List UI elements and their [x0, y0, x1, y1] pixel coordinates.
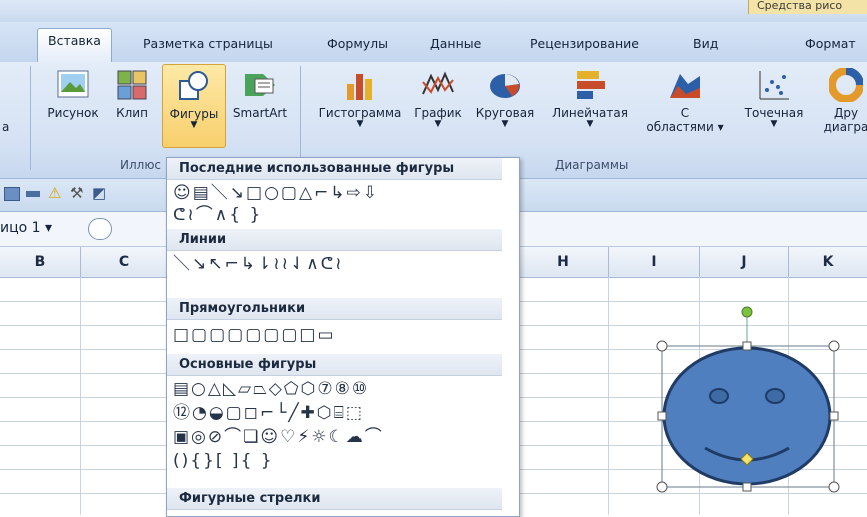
lines-row[interactable]: ＼↘↖⌐↳⇂≀≀⇃∧ᕦ≀	[173, 253, 343, 275]
resize-handle[interactable]	[829, 411, 839, 421]
chevron-down-icon: ▼	[434, 119, 442, 129]
resize-handle[interactable]	[828, 481, 840, 493]
picture-button[interactable]: Рисунок	[40, 68, 106, 120]
rectangles-row[interactable]: □▢▢▢▢▢▢□▭	[173, 324, 336, 346]
shapes-icon	[177, 69, 211, 103]
ribbon-separator	[300, 66, 301, 170]
scatter-chart-icon	[757, 68, 791, 102]
ribbon-tab-row: Вставка Разметка страницы Формулы Данные…	[0, 22, 867, 63]
histogram-button[interactable]: Гистограмма ▼	[312, 68, 408, 129]
area-chart-label-line1: С	[680, 106, 690, 120]
name-box-scroll-handle[interactable]	[88, 218, 112, 240]
chevron-down-icon: ▼	[770, 119, 778, 129]
shapes-button[interactable]: Фигуры ▼	[162, 64, 226, 148]
column-header-h[interactable]: H	[518, 247, 609, 278]
warning-icon[interactable]: ⚠	[48, 184, 61, 202]
recent-shapes-row[interactable]: ☺▤＼↘□○▢△⌐↳⇨⇩	[173, 182, 379, 204]
grid-line	[608, 277, 609, 515]
smiley-eye-right	[765, 388, 785, 404]
smartart-icon	[243, 68, 277, 102]
area-chart-icon	[668, 68, 702, 102]
column-chart-icon	[343, 68, 377, 102]
tab-page-layout[interactable]: Разметка страницы	[143, 36, 273, 51]
resize-handle[interactable]	[656, 481, 668, 493]
title-bar	[0, 0, 867, 22]
clip-label: Клип	[116, 106, 148, 120]
table-icon[interactable]	[4, 187, 20, 201]
tab-format[interactable]: Формат	[805, 36, 856, 51]
ribbon-separator	[30, 66, 31, 170]
grid-line	[80, 277, 81, 515]
area-chart-button[interactable]: С областями ▾	[642, 68, 728, 134]
chevron-down-icon: ▼	[190, 120, 198, 130]
resize-handle[interactable]	[828, 340, 840, 352]
section-lines: Линии	[167, 229, 502, 251]
tab-data[interactable]: Данные	[430, 36, 481, 51]
picture-label: Рисунок	[47, 106, 99, 120]
tab-formulas[interactable]: Формулы	[327, 36, 388, 51]
chevron-down-icon: ▼	[356, 119, 364, 129]
tab-insert[interactable]: Вставка	[37, 28, 112, 62]
smartart-label: SmartArt	[232, 106, 288, 120]
section-block-arrows: Фигурные стрелки	[167, 488, 502, 510]
column-header-j[interactable]: J	[700, 247, 789, 278]
donut-chart-icon	[828, 67, 864, 103]
scatter-chart-button[interactable]: Точечная ▼	[736, 68, 812, 129]
drawing-tools-context-title: Средства рисо	[748, 0, 867, 14]
pie-chart-icon	[488, 68, 522, 102]
other-charts-button[interactable]: Дру диагра	[816, 67, 867, 134]
resize-handle[interactable]	[742, 482, 752, 492]
pie-label: Круговая	[475, 106, 535, 120]
bar-chart-label: Линейчатая	[552, 106, 628, 120]
other-charts-label-line1: Дру	[833, 106, 859, 120]
bar-chart-icon	[573, 68, 607, 102]
scatter-chart-label: Точечная	[744, 106, 804, 120]
resize-handle[interactable]	[656, 340, 668, 352]
bar-chart-button[interactable]: Линейчатая ▼	[545, 68, 635, 129]
clip-button[interactable]: Клип	[112, 68, 152, 120]
column-header-i[interactable]: I	[609, 247, 700, 278]
ribbon-cut-label: а	[2, 120, 10, 134]
chevron-down-icon: ▼	[586, 119, 594, 129]
pie-button[interactable]: Круговая ▼	[470, 68, 540, 129]
picture-icon	[56, 68, 90, 102]
column-header-b[interactable]: B	[0, 247, 81, 278]
tools-icon[interactable]: ⚒	[70, 184, 83, 202]
clipart-icon	[115, 68, 149, 102]
group-label-charts: Диаграммы	[555, 158, 629, 172]
shapes-dropdown: Последние использованные фигуры ☺▤＼↘□○▢△…	[166, 157, 520, 517]
tab-review[interactable]: Рецензирование	[530, 36, 639, 51]
histogram-label: Гистограмма	[318, 106, 402, 120]
column-header-c[interactable]: C	[81, 247, 168, 278]
rotation-handle[interactable]	[741, 306, 753, 318]
smiley-shape[interactable]	[650, 300, 850, 500]
group-label-illustrations: Иллюс	[120, 158, 162, 172]
name-box[interactable]: ицо 1 ▾	[0, 220, 52, 236]
line-chart-icon	[421, 68, 455, 102]
minus-icon[interactable]	[26, 191, 40, 197]
other-charts-label-line2: диагра	[823, 120, 867, 134]
resize-handle[interactable]	[657, 411, 667, 421]
basic-shapes-row[interactable]: (){}[ ]{ }	[173, 450, 274, 472]
section-basic-shapes: Основные фигуры	[167, 354, 502, 376]
section-rectangles: Прямоугольники	[167, 298, 502, 320]
recent-shapes-row[interactable]: ᕦ≀⌒∧{ }	[173, 204, 262, 226]
chart-icon[interactable]: ◩	[92, 184, 106, 202]
shapes-label: Фигуры	[169, 107, 219, 121]
smiley-eye-left	[709, 388, 729, 404]
column-header-k[interactable]: K	[789, 247, 867, 278]
area-chart-label-line2: областями ▾	[646, 120, 724, 134]
tab-view[interactable]: Вид	[693, 36, 718, 51]
chevron-down-icon: ▼	[501, 119, 509, 129]
graph-label: График	[414, 106, 462, 120]
resize-handle[interactable]	[742, 341, 752, 351]
basic-shapes-row[interactable]: ▤○△◺▱⏢◇⬠⬡⑦⑧⑩	[173, 378, 369, 400]
graph-button[interactable]: График ▼	[412, 68, 464, 129]
section-recent-shapes: Последние использованные фигуры	[167, 158, 502, 180]
basic-shapes-row[interactable]: ▣◎⊘⌒❏☺♡⚡☼☾☁⌒	[173, 426, 384, 448]
basic-shapes-row[interactable]: ⑫◔◒▢◻⌐└╱✚⬡⌸⬚	[173, 402, 364, 424]
smartart-button[interactable]: SmartArt	[228, 68, 292, 120]
